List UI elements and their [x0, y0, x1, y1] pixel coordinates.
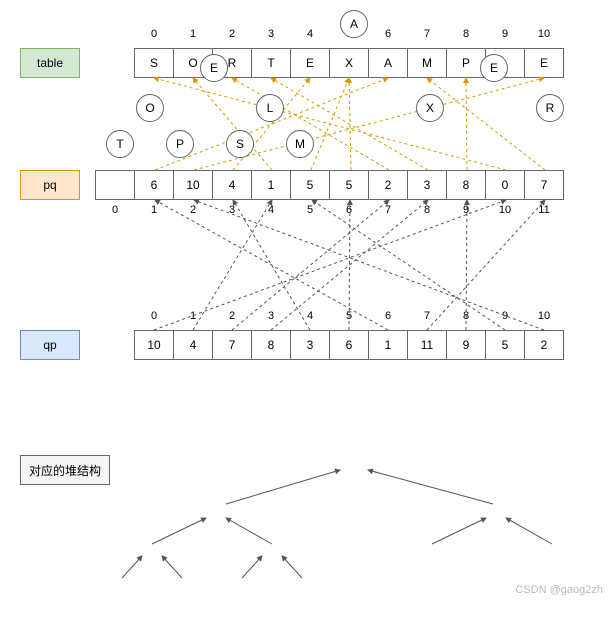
qp-cell: 10 [134, 330, 174, 360]
qp-cell: 5 [485, 330, 525, 360]
tree-node: T [106, 130, 134, 158]
qp-cell: 1 [368, 330, 408, 360]
idx: 8 [407, 204, 447, 216]
idx: 2 [173, 204, 213, 216]
qp-cell: 6 [329, 330, 369, 360]
pq-cell: 1 [251, 170, 291, 200]
tree-node: A [340, 10, 368, 38]
qp-array: 1047836111952 [135, 330, 564, 360]
tree-node: L [256, 94, 284, 122]
tree-node: R [536, 94, 564, 122]
idx: 7 [368, 204, 408, 216]
pq-cell: 5 [329, 170, 369, 200]
qp-cell: 2 [524, 330, 564, 360]
pq-cell: 7 [524, 170, 564, 200]
tree-node: E [200, 54, 228, 82]
heap-tree: A E E O L X R T P S M [0, 0, 611, 170]
qp-cell: 7 [212, 330, 252, 360]
pq-cell [95, 170, 135, 200]
pq-label: pq [20, 170, 80, 200]
heap-label: 对应的堆结构 [20, 455, 110, 485]
watermark: CSDN @gaog2zh [515, 584, 603, 596]
idx: 10 [485, 204, 525, 216]
idx: 2 [212, 310, 252, 322]
idx: 1 [173, 310, 213, 322]
idx: 8 [446, 310, 486, 322]
pq-cell: 0 [485, 170, 525, 200]
idx: 3 [251, 310, 291, 322]
idx: 0 [134, 310, 174, 322]
tree-node: O [136, 94, 164, 122]
tree-node: P [166, 130, 194, 158]
idx: 0 [95, 204, 135, 216]
idx: 11 [524, 204, 564, 216]
tree-node: M [286, 130, 314, 158]
pq-cell: 2 [368, 170, 408, 200]
idx: 9 [485, 310, 525, 322]
pq-index-row: 01234567891011 [96, 204, 564, 216]
tree-node: X [416, 94, 444, 122]
qp-cell: 3 [290, 330, 330, 360]
pq-cell: 8 [446, 170, 486, 200]
pq-cell: 10 [173, 170, 213, 200]
qp-cell: 9 [446, 330, 486, 360]
pq-array: 610415523807 [96, 170, 564, 200]
idx: 4 [251, 204, 291, 216]
idx: 3 [212, 204, 252, 216]
pq-cell: 5 [290, 170, 330, 200]
idx: 1 [134, 204, 174, 216]
idx: 9 [446, 204, 486, 216]
qp-label: qp [20, 330, 80, 360]
pq-cell: 4 [212, 170, 252, 200]
idx: 10 [524, 310, 564, 322]
qp-cell: 8 [251, 330, 291, 360]
tree-node: E [480, 54, 508, 82]
idx: 4 [290, 310, 330, 322]
idx: 6 [368, 310, 408, 322]
idx: 7 [407, 310, 447, 322]
qp-cell: 11 [407, 330, 447, 360]
qp-index-row: 012345678910 [135, 310, 564, 322]
idx: 5 [329, 310, 369, 322]
idx: 6 [329, 204, 369, 216]
pq-cell: 6 [134, 170, 174, 200]
idx: 5 [290, 204, 330, 216]
qp-cell: 4 [173, 330, 213, 360]
tree-node: S [226, 130, 254, 158]
pq-cell: 3 [407, 170, 447, 200]
